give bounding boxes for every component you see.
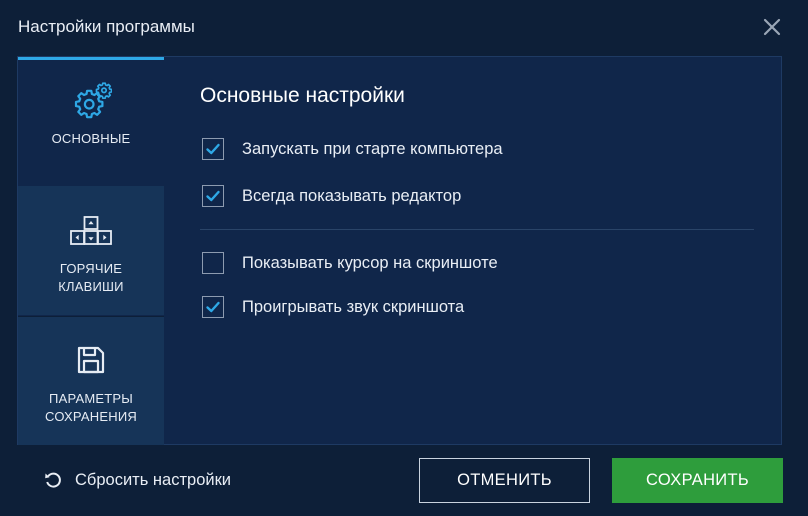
save-button[interactable]: СОХРАНИТЬ [612,458,783,503]
cancel-button[interactable]: ОТМЕНИТЬ [419,458,590,503]
sidebar-item-label-line2: КЛАВИШИ [58,279,124,294]
sidebar: ОСНОВНЫЕ ГОРЯЧИЕ КЛАВИШИ ПАРАМЕТРЫ СОХРА… [18,57,164,445]
option-label: Проигрывать звук скриншота [242,298,465,316]
window-title: Настройки программы [18,17,195,36]
option-label: Всегда показывать редактор [242,187,462,205]
section-title: Основные настройки [200,84,405,107]
sidebar-item-label-line1: ПАРАМЕТРЫ [49,391,133,406]
sidebar-item-label-line1: ГОРЯЧИЕ [59,261,123,276]
reset-label: Сбросить настройки [75,471,232,489]
active-tab-indicator [18,57,164,60]
option-label: Показывать курсор на скриншоте [242,254,498,272]
divider [200,229,754,230]
show-cursor-checkbox[interactable] [202,252,224,274]
check-icon [206,143,220,155]
gears-icon [70,81,113,121]
sidebar-item-general[interactable]: ОСНОВНЫЕ [18,57,164,186]
option-label: Запускать при старте компьютера [242,140,503,158]
autostart-checkbox[interactable] [202,138,224,160]
settings-panel: ОСНОВНЫЕ ГОРЯЧИЕ КЛАВИШИ ПАРАМЕТРЫ СОХРА… [17,56,782,445]
sidebar-item-save-params[interactable]: ПАРАМЕТРЫ СОХРАНЕНИЯ [18,316,164,445]
play-sound-checkbox[interactable] [202,296,224,318]
check-icon [206,190,220,202]
show-editor-checkbox[interactable] [202,185,224,207]
title-bar: Настройки программы [0,0,808,56]
reset-icon [45,472,61,488]
close-icon[interactable] [759,14,785,40]
sidebar-item-label-line2: СОХРАНЕНИЯ [45,409,137,424]
check-icon [206,301,220,313]
sidebar-item-label: ОСНОВНЫЕ [51,131,131,146]
main-content: Основные настройки Запускать при старте … [164,57,781,445]
keys-icon [69,215,113,247]
floppy-icon [76,345,106,375]
sidebar-item-hotkeys[interactable]: ГОРЯЧИЕ КЛАВИШИ [18,186,164,315]
